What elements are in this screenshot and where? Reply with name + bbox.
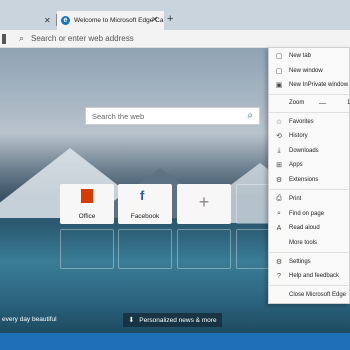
- find-icon: ⌕: [277, 210, 281, 217]
- menu-item-label: Help and feedback: [289, 273, 340, 279]
- image-tagline: every day beautiful: [2, 316, 57, 323]
- close-icon[interactable]: ✕: [44, 16, 51, 25]
- plus-icon: +: [198, 192, 210, 212]
- read-aloud-icon: A: [276, 224, 282, 232]
- menu-item-label: Settings: [289, 259, 311, 265]
- menu-item-find[interactable]: ⌕ Find on page: [269, 207, 350, 221]
- menu-item-read-aloud[interactable]: A Read aloud: [269, 221, 350, 235]
- web-search-input[interactable]: Search the web ⌕: [85, 107, 260, 125]
- tile-label: Facebook: [130, 213, 160, 220]
- apps-icon: ⊞: [276, 162, 282, 169]
- menu-item-print[interactable]: ⎙ Print: [269, 192, 350, 206]
- tab-title: Welcome to Microsoft Edge Ca: [74, 17, 164, 24]
- arrow-down-icon: ⬇: [128, 317, 135, 324]
- menu-item-label: Read aloud: [289, 225, 320, 231]
- tile-empty[interactable]: [118, 229, 172, 269]
- menu-divider: [269, 189, 350, 190]
- facebook-icon: f: [140, 188, 145, 203]
- address-input[interactable]: Search or enter web address: [31, 34, 134, 43]
- search-placeholder: Search the web: [92, 112, 145, 121]
- menu-item-more-tools[interactable]: More tools: [269, 236, 350, 250]
- address-bar: ⌕ Search or enter web address: [0, 30, 350, 48]
- sidebar-icon[interactable]: [2, 34, 6, 44]
- menu-item-help[interactable]: ? Help and feedback: [269, 269, 350, 283]
- settings-menu: ▢ New tab ▢ New window ▣ New InPrivate w…: [268, 47, 350, 304]
- star-icon: ☆: [275, 119, 283, 126]
- zoom-out-button[interactable]: —: [319, 100, 326, 107]
- tile-office[interactable]: Office: [60, 184, 114, 224]
- menu-divider: [269, 112, 350, 113]
- menu-item-settings[interactable]: ⚙ Settings: [269, 255, 350, 269]
- menu-item-label: Extensions: [289, 177, 319, 183]
- taskbar: [0, 333, 350, 350]
- menu-divider: [269, 252, 350, 253]
- search-icon[interactable]: ⌕: [247, 110, 253, 121]
- menu-item-zoom: Zoom — 10: [269, 96, 350, 110]
- personalized-news-button[interactable]: ⬇ Personalized news & more: [123, 313, 222, 327]
- download-icon: ⤓: [277, 147, 281, 154]
- menu-item-label: Favorites: [289, 119, 314, 125]
- menu-item-label: History: [289, 133, 308, 139]
- tab-previous[interactable]: ✕: [0, 11, 56, 30]
- help-icon: ?: [277, 272, 281, 280]
- new-window-icon: ▢: [275, 68, 283, 75]
- menu-item-favorites[interactable]: ☆ Favorites: [269, 115, 350, 129]
- new-tab-button[interactable]: +: [167, 13, 173, 25]
- menu-item-downloads[interactable]: ⤓ Downloads: [269, 144, 350, 158]
- gear-icon: ⚙: [275, 259, 283, 266]
- menu-divider: [269, 94, 350, 95]
- close-icon[interactable]: ✕: [151, 15, 158, 24]
- search-icon: ⌕: [19, 33, 25, 43]
- office-icon: [81, 189, 93, 203]
- history-icon: ⟲: [276, 133, 282, 140]
- menu-item-label: Downloads: [289, 148, 319, 154]
- menu-item-label: Zoom: [289, 100, 305, 106]
- menu-item-apps[interactable]: ⊞ Apps: [269, 158, 350, 172]
- tile-add[interactable]: +: [177, 184, 231, 224]
- tile-label: Office: [78, 213, 96, 220]
- print-icon: ⎙: [276, 195, 282, 202]
- menu-item-label: New InPrivate window: [289, 82, 349, 88]
- menu-item-close-edge[interactable]: Close Microsoft Edge: [269, 288, 350, 302]
- menu-item-label: Close Microsoft Edge: [289, 292, 347, 298]
- menu-divider: [269, 285, 350, 286]
- tile-empty[interactable]: [60, 229, 114, 269]
- extensions-icon: ⚙: [275, 177, 283, 184]
- news-button-label: Personalized news & more: [139, 316, 217, 324]
- menu-item-label: Apps: [289, 162, 303, 168]
- menu-item-label: New window: [289, 68, 323, 74]
- menu-item-label: Find on page: [289, 211, 325, 217]
- tile-empty[interactable]: [177, 229, 231, 269]
- edge-icon: e: [61, 16, 70, 25]
- menu-item-new-window[interactable]: ▢ New window: [269, 64, 350, 78]
- inprivate-icon: ▣: [275, 82, 283, 89]
- menu-item-label: New tab: [289, 53, 312, 59]
- new-tab-icon: ▢: [275, 53, 283, 60]
- menu-item-new-tab[interactable]: ▢ New tab: [269, 49, 350, 63]
- tile-facebook[interactable]: f Facebook: [118, 184, 172, 224]
- menu-item-inprivate[interactable]: ▣ New InPrivate window: [269, 78, 350, 92]
- menu-item-label: More tools: [289, 240, 318, 246]
- menu-item-history[interactable]: ⟲ History: [269, 129, 350, 143]
- tab-bar: ✕ e Welcome to Microsoft Edge Ca ✕ +: [0, 0, 350, 30]
- menu-item-extensions[interactable]: ⚙ Extensions: [269, 173, 350, 187]
- tab-active[interactable]: e Welcome to Microsoft Edge Ca ✕: [57, 11, 164, 30]
- menu-item-label: Print: [289, 196, 302, 202]
